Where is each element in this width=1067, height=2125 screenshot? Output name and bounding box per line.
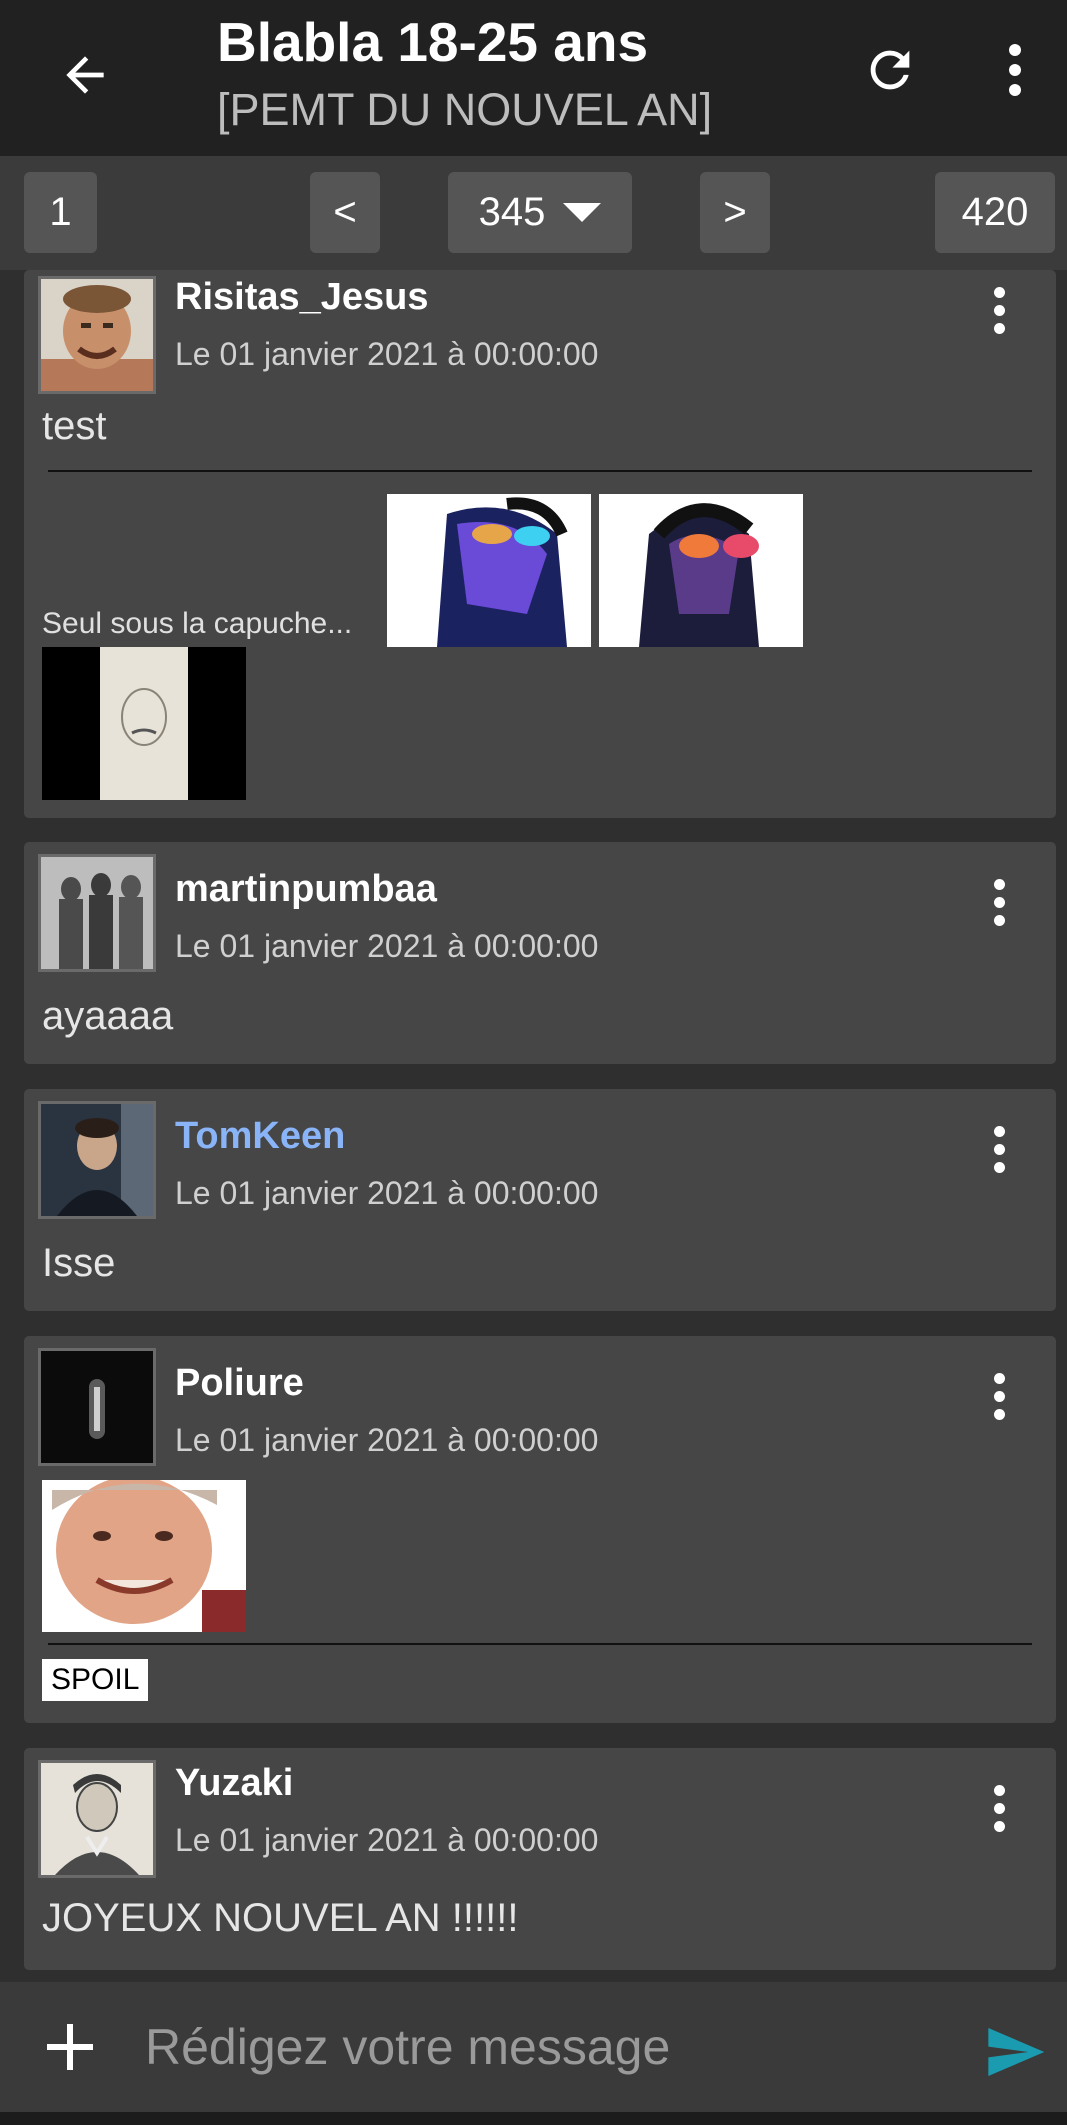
plus-icon [47,2024,93,2070]
message-options-button[interactable] [979,1778,1019,1838]
message-date: Le 01 janvier 2021 à 00:00:00 [175,1422,599,1458]
message-card: martinpumbaa Le 01 janvier 2021 à 00:00:… [24,842,1056,1064]
more-vert-dot [993,322,1005,334]
more-vert-icon [1009,44,1021,96]
more-vert-icon [993,286,1005,298]
message-author[interactable]: Yuzaki [175,1762,293,1805]
message-card: Poliure Le 01 janvier 2021 à 00:00:00 SP… [24,1336,1056,1723]
signature-divider [48,1643,1032,1645]
more-vert-dot [993,914,1005,926]
message-card: Risitas_Jesus Le 01 janvier 2021 à 00:00… [24,270,1056,818]
more-vert-dot [993,1820,1005,1832]
current-page-label: 345 [478,190,546,234]
send-icon [988,2028,1045,2076]
more-vert-icon [993,1372,1005,1384]
avatar[interactable] [38,1760,156,1878]
message-author[interactable]: Poliure [175,1362,304,1405]
page-subtitle: [PEMT DU NOUVEL AN] [217,84,713,135]
first-page-button[interactable]: 1 [24,172,97,253]
more-vert-dot [993,1143,1005,1155]
signature-text: Seul sous la capuche... [42,607,353,640]
signature-image[interactable] [387,494,591,647]
message-body: ayaaaa [42,994,174,1038]
signature-image[interactable] [42,647,246,800]
back-button[interactable] [40,30,130,120]
more-vert-dot [993,1390,1005,1402]
message-input[interactable] [145,2002,945,2092]
message-body: Isse [42,1241,116,1285]
system-nav-strip [0,2112,1067,2125]
message-body: JOYEUX NOUVEL AN !!!!!! [42,1896,519,1940]
more-vert-icon [993,1784,1005,1796]
message-card: Yuzaki Le 01 janvier 2021 à 00:00:00 JOY… [24,1748,1056,1970]
dropdown-triangle-icon [563,203,602,222]
message-image[interactable] [42,1480,246,1632]
previous-page-button[interactable]: < [310,172,380,253]
last-page-button[interactable]: 420 [935,172,1055,253]
add-attachment-button[interactable] [30,2007,110,2087]
message-date: Le 01 janvier 2021 à 00:00:00 [175,928,599,964]
more-vert-dot [993,1161,1005,1173]
more-vert-dot [993,1802,1005,1814]
message-body: test [42,404,107,448]
more-vert-icon [993,878,1005,890]
arrow-back-icon [66,56,104,94]
more-vert-dot [993,896,1005,908]
message-options-button[interactable] [979,1119,1019,1179]
message-author[interactable]: TomKeen [175,1115,345,1158]
message-author[interactable]: Risitas_Jesus [175,276,429,319]
send-button[interactable] [970,2007,1060,2097]
avatar[interactable] [38,1101,156,1219]
message-date: Le 01 janvier 2021 à 00:00:00 [175,1822,599,1858]
more-vert-dot [993,1408,1005,1420]
app-bar: Blabla 18-25 ans [PEMT DU NOUVEL AN] [0,0,1067,156]
next-page-button[interactable]: > [700,172,770,253]
refresh-button[interactable] [850,30,930,110]
spoiler-button[interactable]: SPOIL [42,1659,149,1701]
avatar[interactable] [38,276,156,394]
avatar[interactable] [38,1348,156,1466]
more-vert-icon [993,1125,1005,1137]
page-title: Blabla 18-25 ans [217,11,649,73]
message-card: TomKeen Le 01 janvier 2021 à 00:00:00 Is… [24,1089,1056,1311]
message-options-button[interactable] [979,872,1019,932]
message-options-button[interactable] [979,1366,1019,1426]
avatar[interactable] [38,854,156,972]
signature-image[interactable] [599,494,803,647]
refresh-icon [870,50,910,90]
page-select[interactable]: 345 [448,172,632,253]
message-date: Le 01 janvier 2021 à 00:00:00 [175,1175,599,1211]
message-date: Le 01 janvier 2021 à 00:00:00 [175,336,599,372]
message-author[interactable]: martinpumbaa [175,868,437,911]
more-vert-dot [993,304,1005,316]
message-options-button[interactable] [979,280,1019,340]
overflow-menu-button[interactable] [975,30,1055,110]
signature-divider [48,470,1032,472]
pagination-bar: 1 < 345 > 420 [0,156,1067,270]
message-composer [0,1982,1067,2112]
